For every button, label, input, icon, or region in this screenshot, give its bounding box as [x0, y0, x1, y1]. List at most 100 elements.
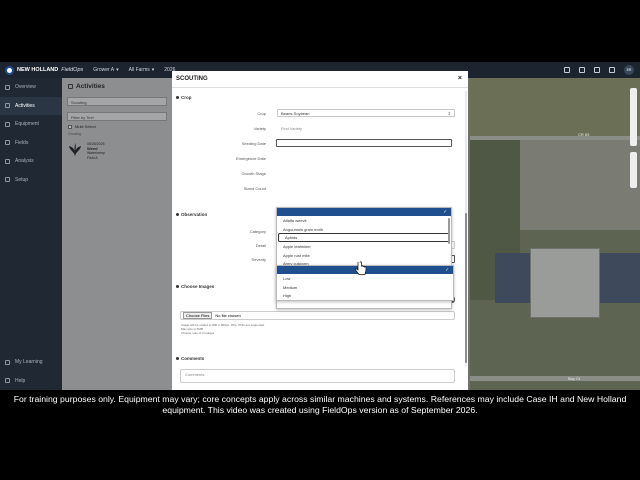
detail-search-input[interactable]: [276, 139, 452, 147]
map-field-area: [470, 78, 640, 138]
dropdown-option[interactable]: Apple rust mite: [277, 251, 451, 260]
tractor-icon: [5, 121, 10, 127]
activity-detail: Waterhemp: [87, 151, 105, 155]
activity-card[interactable]: 08/28/2026 Weed Waterhemp Field A: [67, 142, 167, 168]
field-icon: [5, 140, 10, 146]
dropdown-option[interactable]: High: [277, 291, 453, 300]
close-icon[interactable]: ×: [458, 75, 462, 82]
map-toolbar[interactable]: [630, 88, 637, 146]
grower-label: Grower A: [93, 67, 115, 73]
activity-field: Field A: [87, 155, 98, 160]
multi-select-label: Multi Select: [75, 124, 96, 129]
check-icon: ✓: [443, 209, 447, 214]
chevron-updown-icon: ⇕: [447, 110, 451, 116]
video-caption: For training purposes only. Equipment ma…: [13, 394, 627, 415]
scouting-modal: SCOUTING × Crop Crop Beans-Soybean ⇕ Var…: [172, 71, 468, 390]
activity-card-text: 08/28/2026 Weed Waterhemp Field A: [87, 142, 105, 160]
sidebar-item-label: Activities: [15, 102, 35, 109]
crop-value: Beans-Soybean: [281, 110, 310, 116]
variety-placeholder: Find Variety: [281, 125, 303, 131]
topbar-actions: ER: [564, 65, 634, 75]
modal-scrollbar[interactable]: [465, 91, 467, 366]
chart-icon: [5, 158, 10, 164]
map-road: [470, 376, 640, 381]
bullet-icon: [176, 285, 179, 288]
satellite-map[interactable]: Bay Ct CR 83: [470, 78, 640, 390]
sidebar-item-help[interactable]: Help: [0, 372, 62, 391]
bullet-icon: [176, 96, 179, 99]
dropdown-selected-row[interactable]: ✓: [277, 208, 451, 216]
variety-label: Variety: [253, 126, 266, 131]
dropdown-option[interactable]: Apple leafminer: [277, 242, 451, 251]
map-lot-area: [520, 140, 640, 230]
help-icon: [5, 378, 10, 384]
clipboard-icon: [68, 83, 73, 89]
choose-files-button[interactable]: Choose Files: [183, 312, 213, 319]
video-frame: NEW HOLLAND FieldOps Grower A ▾ All Farm…: [0, 0, 640, 480]
sidebar: Overview Activities Equipment Fields Ana…: [0, 78, 62, 390]
modal-title: SCOUTING: [176, 76, 208, 82]
dropdown-option[interactable]: Angoumois grain moth: [277, 225, 451, 234]
sidebar-item-label: Setup: [15, 176, 29, 183]
activities-title: Activities: [76, 82, 105, 90]
map-zoom-controls[interactable]: [630, 152, 637, 188]
product-name: FieldOps: [61, 67, 84, 73]
filter-input[interactable]: Filter by Text: [67, 112, 167, 121]
activity-type-select[interactable]: Scouting: [67, 97, 167, 106]
users-icon[interactable]: [564, 67, 570, 73]
book-icon: [5, 359, 10, 365]
sidebar-item-fields[interactable]: Fields: [0, 134, 62, 153]
multi-select-checkbox[interactable]: [68, 124, 72, 129]
sidebar-item-equipment[interactable]: Equipment: [0, 115, 62, 134]
gear-icon: [5, 177, 10, 183]
modal-header: SCOUTING ×: [172, 71, 468, 88]
sidebar-item-label: Analysis: [15, 158, 34, 165]
images-section-title: Choose Images: [181, 284, 215, 289]
dropdown-option[interactable]: Medium: [277, 283, 453, 292]
sidebar-item-label: Help: [15, 377, 26, 384]
group-label: Growing: [68, 132, 82, 136]
activity-title: Weed: [87, 145, 98, 151]
chevron-down-icon: ▾: [116, 67, 119, 73]
emergence-date-label: Emergence Date: [235, 156, 266, 161]
variety-input[interactable]: Find Variety: [277, 124, 455, 132]
dropdown-scrollbar[interactable]: [448, 218, 450, 244]
map-road-label: Bay Ct: [568, 376, 581, 381]
grid-apps-icon[interactable]: [579, 67, 585, 73]
sidebar-item-my-learning[interactable]: My Learning: [0, 353, 62, 372]
farms-selector[interactable]: All Farms ▾: [129, 67, 155, 73]
avatar[interactable]: ER: [624, 65, 634, 75]
sidebar-item-setup[interactable]: Setup: [0, 171, 62, 190]
help-icon[interactable]: [609, 67, 615, 73]
fieldops-app: NEW HOLLAND FieldOps Grower A ▾ All Farm…: [0, 62, 640, 390]
activities-panel: Activities Scouting Filter by Text Multi…: [62, 78, 172, 390]
image-help-line: Choose max of 3 images: [181, 331, 215, 335]
sidebar-item-activities[interactable]: Activities: [0, 96, 62, 115]
sidebar-item-label: Overview: [15, 84, 36, 91]
observation-section-title: Observation: [181, 212, 208, 217]
crop-section-title: Crop: [181, 95, 192, 100]
dropdown-option-highlighted[interactable]: Aphids: [278, 233, 450, 243]
multi-select-toggle[interactable]: Multi Select: [62, 124, 172, 129]
scrollbar-thumb[interactable]: [465, 213, 467, 363]
new-holland-logo-icon: [5, 65, 14, 75]
comments-textarea[interactable]: Comments: [180, 369, 455, 383]
observation-section-header: Observation: [176, 212, 207, 217]
map-parking-area: [495, 253, 530, 303]
crop-select[interactable]: Beans-Soybean ⇕: [277, 109, 455, 117]
sidebar-item-overview[interactable]: Overview: [0, 78, 62, 97]
hand-pointer-icon: [355, 261, 367, 275]
crop-section-header: Crop: [176, 95, 192, 100]
comments-section-header: Comments: [176, 356, 204, 361]
grid-icon: [5, 84, 10, 90]
file-picker[interactable]: Choose Files No file chosen: [180, 311, 455, 320]
map-road-label: CR 83: [578, 132, 590, 137]
dropdown-option[interactable]: Alfalfa weevil: [277, 216, 451, 225]
map-parking-area: [600, 253, 640, 303]
grower-selector[interactable]: Grower A ▾: [93, 67, 118, 73]
bullet-icon: [176, 213, 179, 216]
bell-icon[interactable]: [594, 67, 600, 73]
sidebar-item-analysis[interactable]: Analysis: [0, 152, 62, 171]
no-file-label: No file chosen: [215, 313, 241, 318]
brand[interactable]: NEW HOLLAND FieldOps: [0, 65, 84, 75]
